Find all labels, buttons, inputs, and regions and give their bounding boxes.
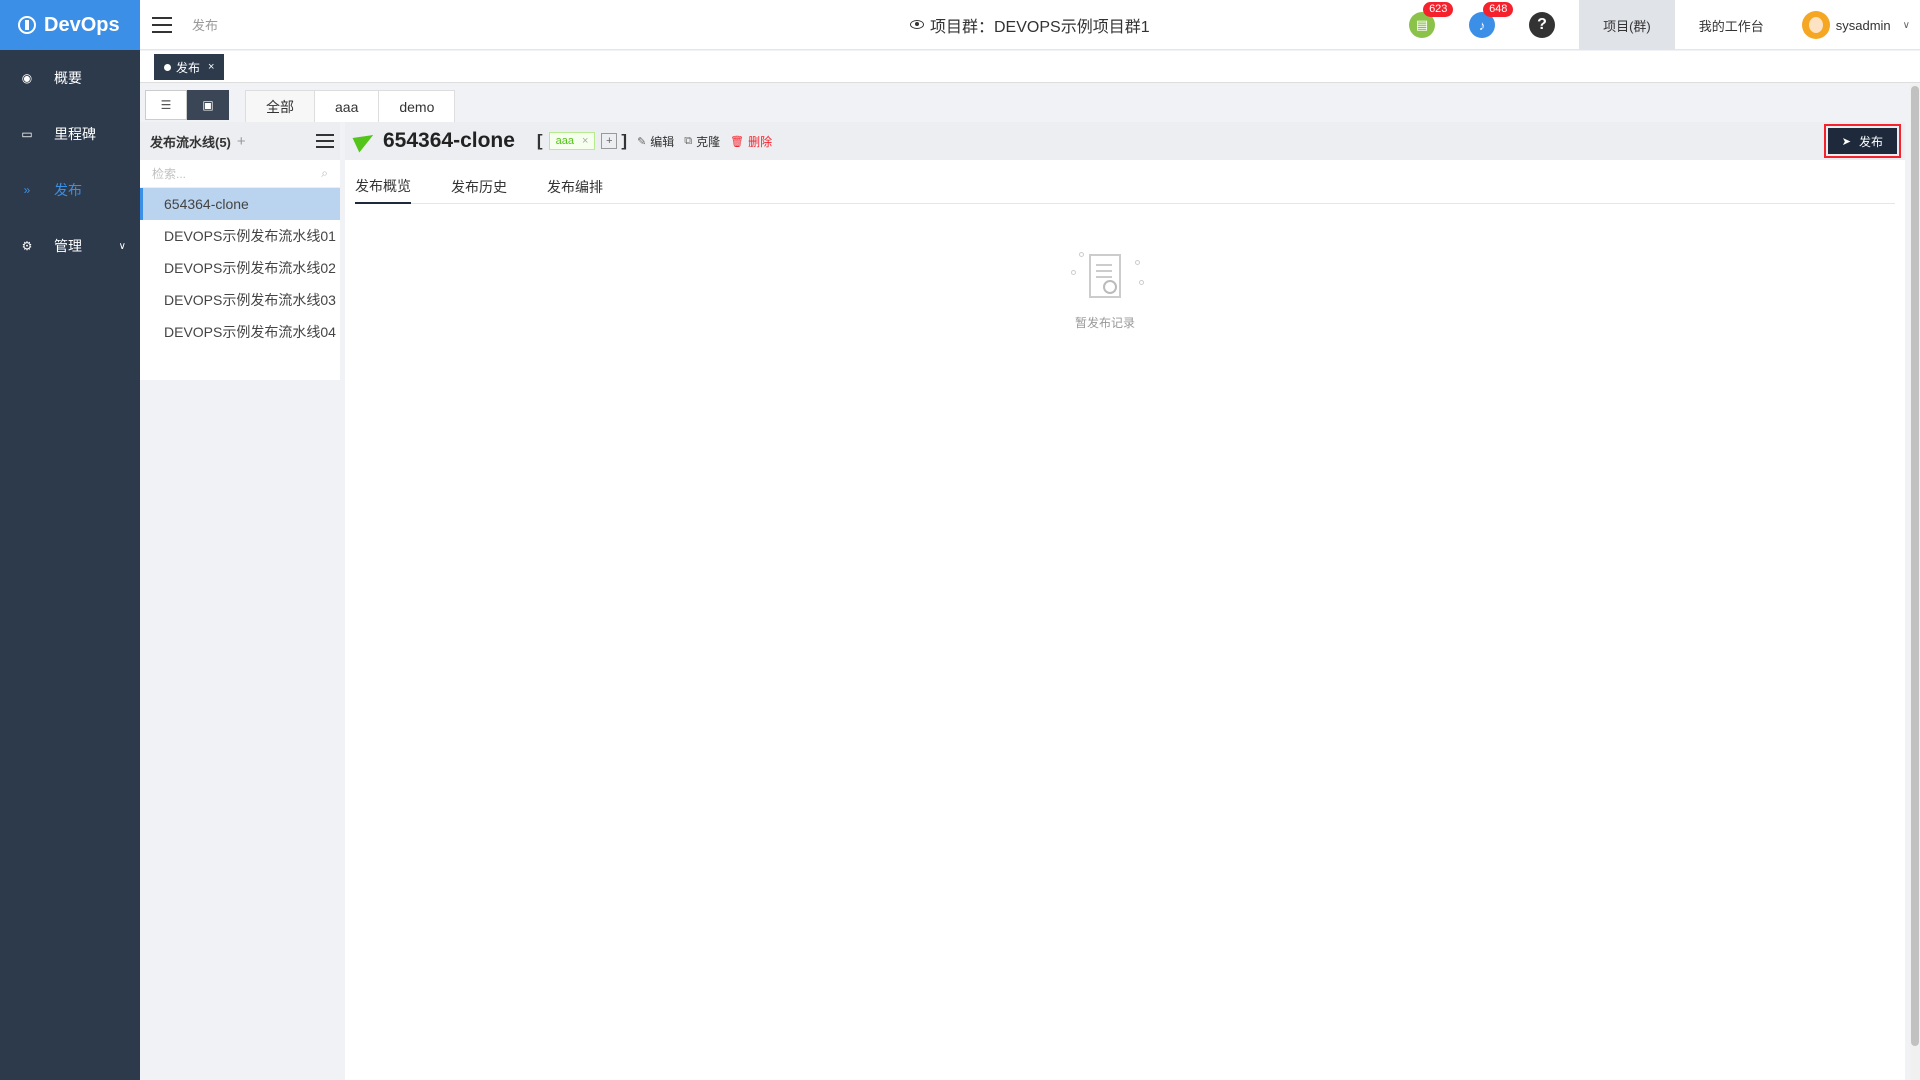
- chevron-down-icon: ∨: [1902, 19, 1910, 31]
- tag-close-icon[interactable]: ×: [582, 135, 588, 147]
- folder-icon: ▭: [21, 127, 33, 141]
- empty-document-icon: [1065, 250, 1145, 306]
- clipboard-icon: ▤: [1415, 17, 1429, 32]
- notification-badge: 648: [1483, 2, 1514, 17]
- sidebar-item-milestone[interactable]: ▭ 里程碑: [0, 106, 140, 162]
- chevron-down-icon: ∨: [118, 240, 126, 252]
- todo-button[interactable]: ▤ 623: [1409, 2, 1454, 38]
- sidebar-item-label: 里程碑: [54, 126, 96, 142]
- card-icon: ▣: [202, 98, 214, 112]
- avatar: [1801, 11, 1830, 39]
- paper-plane-icon: [352, 129, 378, 153]
- user-name: sysadmin: [1835, 17, 1891, 33]
- search-input[interactable]: [152, 166, 322, 181]
- sidebar-item-label: 发布: [54, 182, 82, 198]
- help-icon: ?: [1537, 16, 1547, 33]
- page-tab-release[interactable]: 发布 ×: [154, 54, 225, 80]
- list-item[interactable]: 654364-clone: [140, 188, 340, 220]
- add-pipeline-button[interactable]: +: [237, 133, 246, 150]
- sidebar-item-overview[interactable]: ◉ 概要: [0, 50, 140, 106]
- notification-button[interactable]: ♪ 648: [1469, 2, 1514, 38]
- bracket-open: [: [536, 131, 543, 150]
- sidebar-item-label: 管理: [54, 238, 82, 254]
- forward-icon: »: [23, 183, 31, 197]
- list-empty-area: [140, 380, 340, 1080]
- tab-project-group[interactable]: 项目(群): [1579, 0, 1675, 50]
- filter-tab-demo[interactable]: demo: [378, 90, 456, 122]
- list-item[interactable]: DEVOPS示例发布流水线03: [140, 284, 340, 316]
- empty-text: 暂发布记录: [1074, 316, 1135, 330]
- brand-name: DevOps: [44, 13, 120, 36]
- search-icon[interactable]: ⌕: [321, 166, 328, 181]
- clone-button[interactable]: ⧉ 克隆: [684, 133, 720, 150]
- filter-tabs: 全部 aaa demo: [245, 90, 456, 122]
- list-item[interactable]: DEVOPS示例发布流水线02: [140, 252, 340, 284]
- sidebar: DevOps ◉ 概要 ▭ 里程碑 » 发布 ⚙ 管理 ∨: [0, 0, 140, 1080]
- list-menu-icon[interactable]: [316, 134, 334, 148]
- list-view-button[interactable]: ☰: [145, 90, 187, 120]
- sidebar-item-release[interactable]: » 发布: [0, 162, 140, 218]
- help-button[interactable]: ?: [1529, 12, 1556, 38]
- pipeline-list-title: 发布流水线(5): [150, 134, 231, 150]
- sidebar-item-label: 概要: [54, 70, 82, 86]
- sidebar-item-manage[interactable]: ⚙ 管理 ∨: [0, 218, 140, 274]
- devops-logo-icon: [18, 16, 36, 34]
- page-tabs-bar: 发布 ×: [140, 51, 1920, 83]
- delete-button[interactable]: 🗑 删除: [730, 133, 772, 150]
- tag-aaa[interactable]: aaa ×: [548, 132, 596, 150]
- project-title[interactable]: 项目群：DEVOPS示例项目群1: [910, 13, 1150, 37]
- publish-button-highlight: ➤ 发布: [1823, 124, 1901, 158]
- todo-badge: 623: [1423, 2, 1454, 17]
- pipeline-detail-panel: 654364-clone [ aaa × + ] ✎ 编辑 ⧉ 克隆 🗑 删除: [345, 122, 1905, 1080]
- send-icon: ➤: [1841, 135, 1851, 148]
- clone-label: 克隆: [696, 134, 721, 149]
- pencil-icon: ✎: [637, 135, 647, 148]
- detail-sub-tabs: 发布概览 发布历史 发布编排: [355, 170, 1895, 204]
- user-menu[interactable]: sysadmin ∨: [1788, 11, 1920, 39]
- close-icon[interactable]: ×: [208, 61, 214, 73]
- eye-icon: [910, 20, 924, 29]
- publish-button[interactable]: ➤ 发布: [1827, 128, 1897, 154]
- list-icon: ☰: [160, 98, 172, 112]
- dashboard-icon: ◉: [21, 71, 33, 85]
- pipeline-list-header: 发布流水线(5) +: [140, 122, 340, 160]
- empty-state: 暂发布记录: [1060, 250, 1150, 331]
- breadcrumb: 发布: [192, 18, 219, 33]
- bell-icon: ♪: [1478, 17, 1486, 33]
- tab-release-history[interactable]: 发布历史: [451, 170, 507, 204]
- content-area: ☰ ▣ 全部 aaa demo 发布流水线(5) + ⌕ 654364-clon…: [140, 84, 1910, 1080]
- view-toggle: ☰ ▣: [145, 90, 229, 120]
- add-tag-button[interactable]: +: [601, 133, 618, 149]
- scrollbar-thumb[interactable]: [1911, 86, 1919, 1046]
- top-header: 发布 项目群：DEVOPS示例项目群1 ▤ 623 ♪ 648 ? 项目(群) …: [140, 0, 1920, 50]
- project-title-text: 项目群：DEVOPS示例项目群1: [930, 18, 1150, 36]
- gear-icon: ⚙: [21, 239, 33, 253]
- brand[interactable]: DevOps: [0, 0, 140, 50]
- tab-release-overview[interactable]: 发布概览: [355, 170, 411, 204]
- list-item[interactable]: DEVOPS示例发布流水线01: [140, 220, 340, 252]
- card-view-button[interactable]: ▣: [187, 90, 229, 120]
- edit-label: 编辑: [650, 134, 675, 149]
- pipeline-title: 654364-clone: [383, 129, 515, 152]
- delete-label: 删除: [748, 134, 773, 149]
- publish-label: 发布: [1858, 134, 1883, 149]
- copy-icon: ⧉: [684, 134, 693, 147]
- filter-tab-all[interactable]: 全部: [245, 90, 315, 122]
- detail-header: 654364-clone [ aaa × + ] ✎ 编辑 ⧉ 克隆 🗑 删除: [345, 122, 1905, 160]
- list-item[interactable]: DEVOPS示例发布流水线04: [140, 316, 340, 348]
- edit-button[interactable]: ✎ 编辑: [637, 133, 674, 150]
- page-tab-label: 发布: [176, 60, 201, 75]
- pipeline-list-panel: 发布流水线(5) + ⌕ 654364-clone DEVOPS示例发布流水线0…: [140, 122, 340, 1080]
- tab-my-workbench[interactable]: 我的工作台: [1675, 0, 1788, 50]
- filter-tab-aaa[interactable]: aaa: [314, 90, 380, 122]
- tab-release-orchestration[interactable]: 发布编排: [547, 170, 603, 204]
- menu-toggle-icon[interactable]: [152, 16, 172, 33]
- trash-icon: 🗑: [730, 135, 745, 148]
- active-dot-icon: [164, 63, 171, 71]
- tag-label: aaa: [555, 135, 574, 147]
- bracket-close: ]: [621, 131, 628, 150]
- header-right: ▤ 623 ♪ 648 ? 项目(群) 我的工作台 sysadmin ∨: [1409, 0, 1920, 50]
- pipeline-search: ⌕: [140, 160, 340, 188]
